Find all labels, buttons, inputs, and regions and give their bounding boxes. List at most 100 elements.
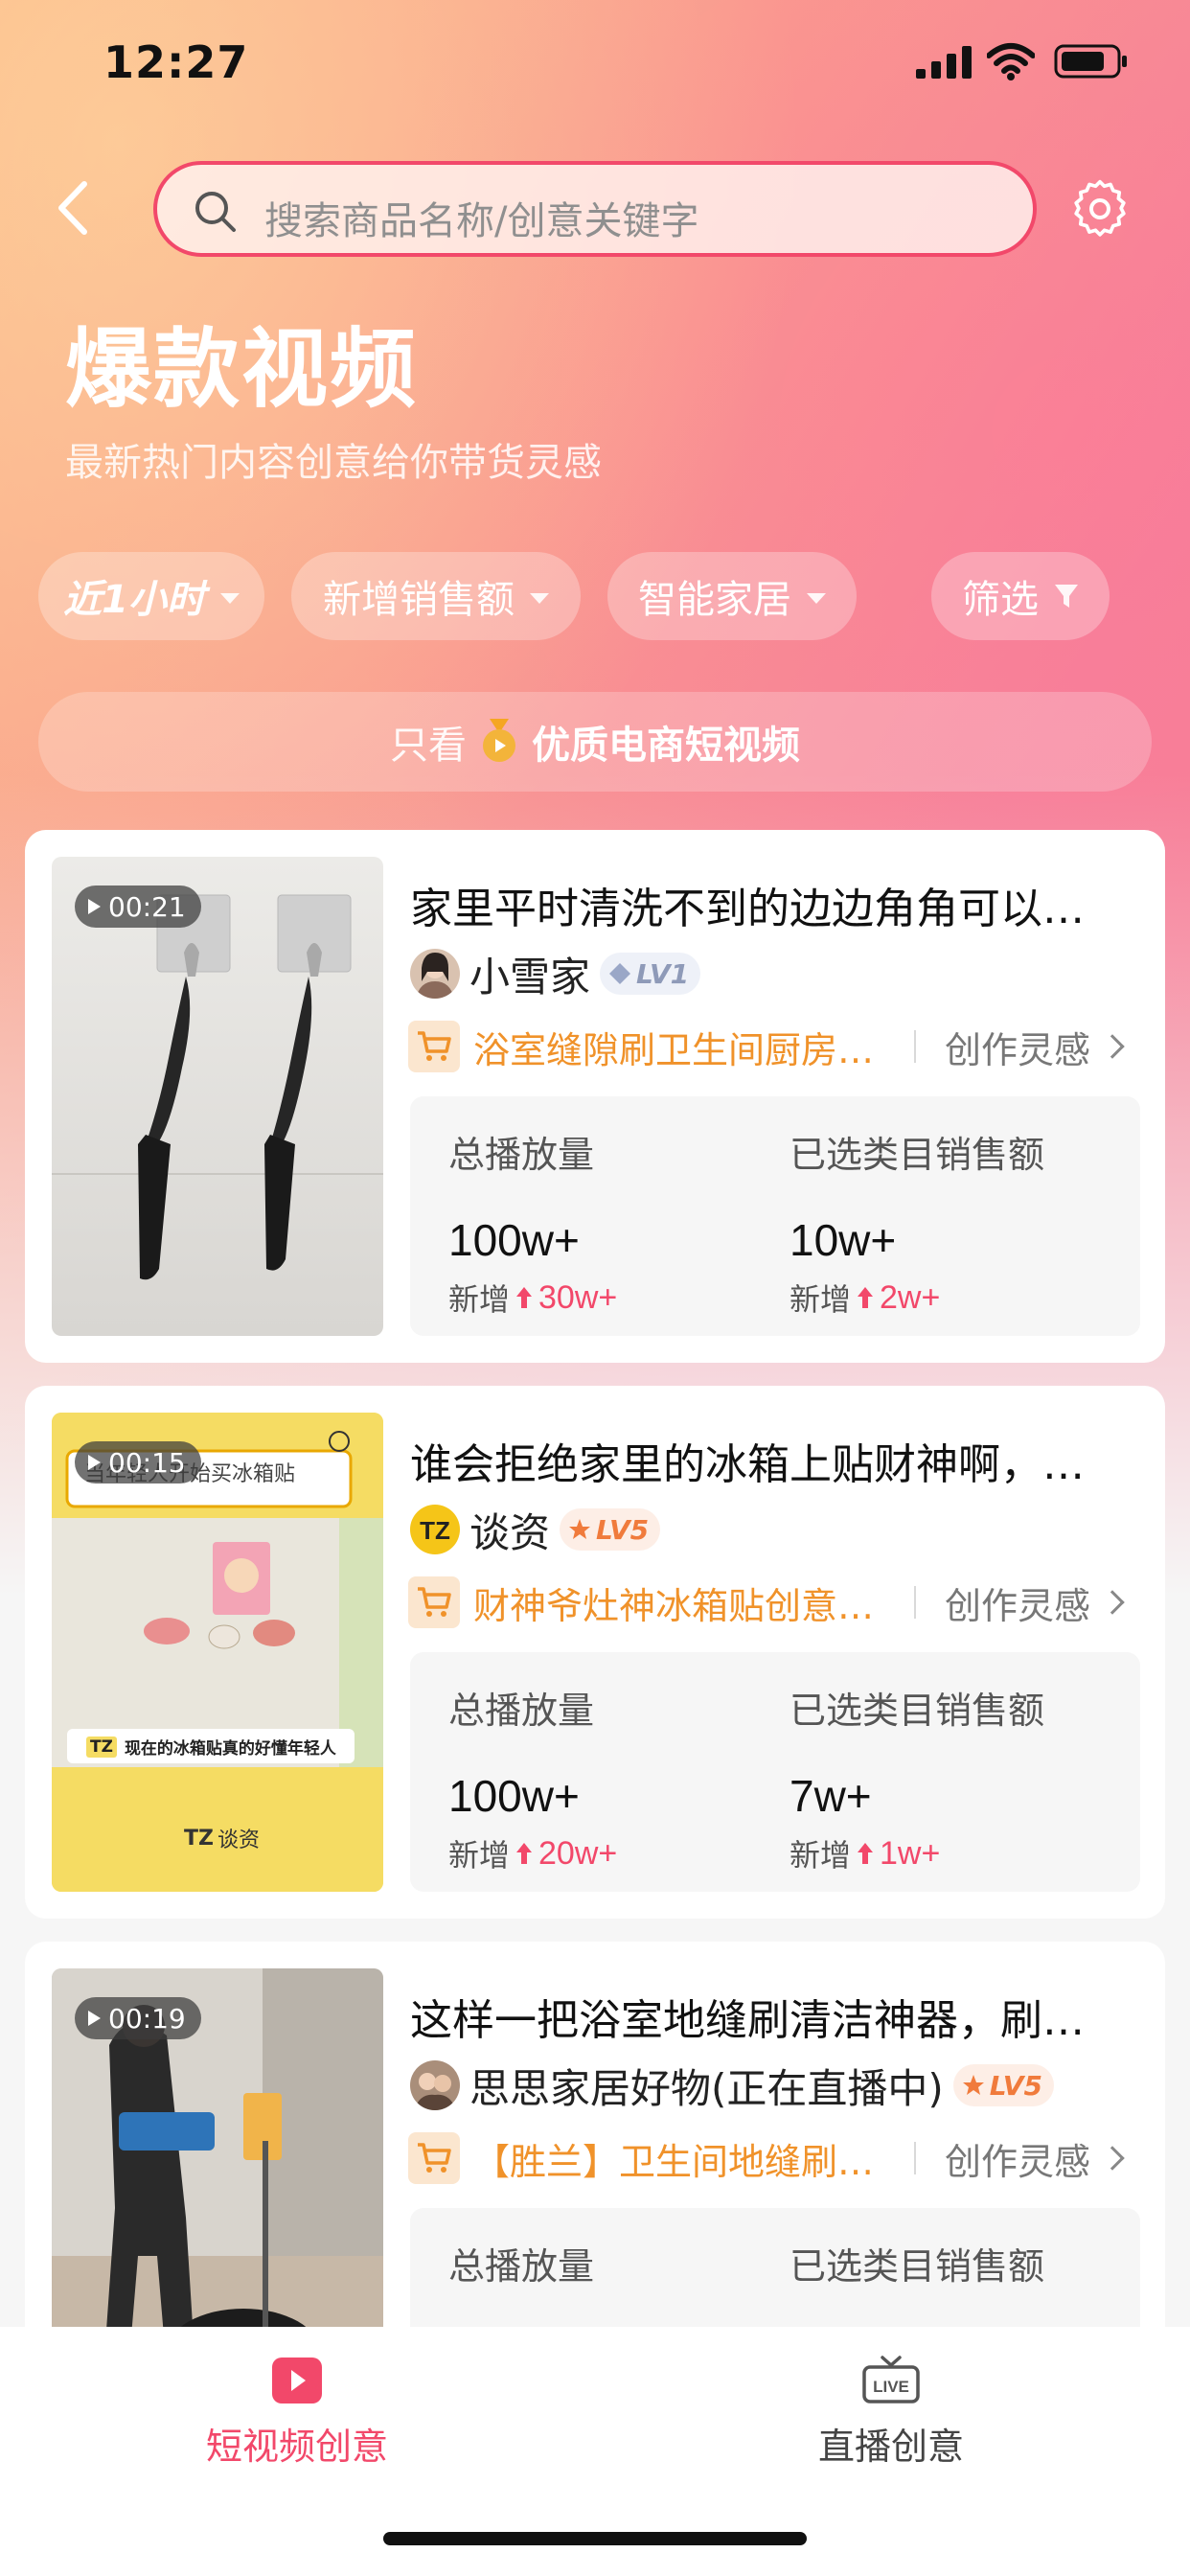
duration-badge: 00:21: [75, 886, 201, 928]
avatar: TZ: [410, 1505, 460, 1554]
back-button[interactable]: [50, 174, 98, 242]
caret-down-icon: [219, 592, 240, 604]
sales-stat: 已选类目销售额: [790, 2237, 1044, 2289]
medal-play-icon: [483, 719, 515, 762]
filter-label: 筛选: [962, 578, 1039, 622]
quality-prefix: 只看: [390, 724, 467, 768]
thumbnail-logo: TZ: [86, 1736, 117, 1758]
status-bar: 12:27: [0, 0, 1190, 134]
video-thumbnail[interactable]: 当年轻人开始买冰箱贴 TZ 现在的冰箱贴真的好懂年轻人 TZ 谈资 00:15: [52, 1413, 383, 1892]
author-name: 思思家居好物(正在直播中): [469, 2064, 944, 2112]
time-filter-dropdown[interactable]: 近1小时: [38, 552, 264, 640]
plays-delta: 新增 20w+: [448, 1831, 617, 1875]
arrow-up-icon: [858, 1287, 874, 1308]
divider: [914, 1586, 916, 1619]
caret-down-icon: [530, 592, 549, 604]
sales-label: 已选类目销售额: [790, 2245, 1045, 2288]
product-row[interactable]: 浴室缝隙刷卫生间厨房… 创作灵感: [408, 1020, 1146, 1073]
sales-delta: 新增 1w+: [790, 1831, 1044, 1875]
shopping-cart-icon: [408, 1576, 460, 1628]
author-row[interactable]: TZ 谈资 LV5: [410, 1501, 661, 1558]
author-name: 谈资: [469, 1508, 551, 1556]
level-text: LV5: [596, 1513, 650, 1546]
duration-text: 00:19: [108, 2002, 186, 2035]
filter-button[interactable]: 筛选: [931, 552, 1110, 640]
avatar: [410, 2060, 460, 2110]
duration-badge: 00:15: [75, 1441, 201, 1484]
plays-stat: 总播放量 100w+ 新增 30w+: [448, 1125, 617, 1320]
level-badge: LV1: [600, 953, 701, 995]
plays-label: 总播放量: [448, 1134, 595, 1176]
author-row[interactable]: 小雪家 LV1: [410, 945, 701, 1002]
stats-panel: 总播放量 100w+ 新增 20w+ 已选类目销售额 7w+ 新增 1w+: [410, 1652, 1140, 1892]
sales-label: 已选类目销售额: [790, 1134, 1045, 1176]
tab-short-video[interactable]: 短视频创意: [153, 2356, 441, 2470]
chevron-right-icon: [1100, 1590, 1125, 1615]
video-title[interactable]: 这样一把浴室地缝刷清洁神器，刷…: [410, 1986, 1138, 2047]
product-row[interactable]: 财神爷灶神冰箱贴创意… 创作灵感: [408, 1576, 1146, 1629]
thumbnail-brand-logo: TZ: [184, 1826, 214, 1851]
arrow-up-icon: [858, 1843, 874, 1864]
sort-dropdown[interactable]: 新增销售额: [291, 552, 581, 640]
video-title[interactable]: 谁会拒绝家里的冰箱上贴财神啊，…: [410, 1430, 1138, 1491]
plays-value: 100w+: [448, 1215, 580, 1265]
quality-label: 优质电商短视频: [532, 724, 800, 768]
sort-label: 新增销售额: [323, 578, 515, 622]
video-card[interactable]: 当年轻人开始买冰箱贴 TZ 现在的冰箱贴真的好懂年轻人 TZ 谈资 00:15 …: [25, 1386, 1165, 1919]
status-time: 12:27: [103, 36, 249, 88]
video-card[interactable]: 00:21 家里平时清洗不到的边边角角可以… 小雪家 LV1 浴室缝隙刷卫生间厨…: [25, 830, 1165, 1363]
play-icon: [88, 1455, 101, 1470]
duration-text: 00:15: [108, 1446, 186, 1479]
delta-value: 20w+: [538, 1834, 618, 1872]
tab-live[interactable]: LIVE 直播创意: [747, 2356, 1035, 2470]
sales-delta: 新增 2w+: [790, 1276, 1044, 1320]
quality-video-toggle[interactable]: 只看 优质电商短视频: [38, 692, 1152, 792]
page-title: 爆款视频: [65, 319, 418, 420]
thumbnail-caption: TZ 现在的冰箱贴真的好懂年轻人: [86, 1735, 336, 1759]
video-thumbnail[interactable]: 00:21: [52, 857, 383, 1336]
home-indicator[interactable]: [383, 2532, 807, 2545]
author-name: 小雪家: [469, 953, 591, 1000]
category-dropdown[interactable]: 智能家居: [607, 552, 857, 640]
plays-stat: 总播放量: [448, 2237, 594, 2289]
inspiration-link[interactable]: 创作灵感: [945, 1021, 1090, 1073]
level-badge: LV5: [560, 1508, 661, 1551]
plays-label: 总播放量: [448, 2245, 595, 2288]
battery-icon: [1054, 44, 1127, 79]
product-row[interactable]: 【胜兰】卫生间地缝刷… 创作灵感: [408, 2131, 1146, 2185]
tab-short-video-label: 短视频创意: [205, 2426, 388, 2468]
thumbnail-caption-text: 现在的冰箱贴真的好懂年轻人: [124, 1739, 336, 1759]
sales-value: 10w+: [790, 1215, 897, 1265]
search-input[interactable]: 搜索商品名称/创意关键字: [153, 161, 1037, 257]
star-icon: [569, 1519, 591, 1539]
brush-hanger-image: [52, 894, 383, 1280]
caret-down-icon: [807, 592, 826, 604]
sales-stat: 已选类目销售额 7w+ 新增 1w+: [790, 1681, 1044, 1875]
level-text: LV1: [636, 957, 690, 990]
level-text: LV5: [989, 2069, 1042, 2102]
inspiration-link[interactable]: 创作灵感: [945, 1576, 1090, 1629]
sales-value: 7w+: [790, 1771, 872, 1821]
tab-live-label: 直播创意: [817, 2426, 964, 2468]
author-row[interactable]: 思思家居好物(正在直播中) LV5: [410, 2057, 1054, 2114]
delta-label: 新增: [448, 1837, 511, 1874]
diamond-icon: [609, 963, 631, 984]
plays-stat: 总播放量 100w+ 新增 20w+: [448, 1681, 617, 1875]
page-subtitle: 最新热门内容创意给你带货灵感: [65, 441, 602, 485]
chevron-right-icon: [1100, 1034, 1125, 1059]
product-name: 【胜兰】卫生间地缝刷…: [473, 2140, 875, 2183]
time-filter-label: 近1小时: [63, 578, 205, 622]
svg-text:TZ: TZ: [420, 1516, 450, 1545]
thumbnail-brand: TZ 谈资: [184, 1823, 260, 1853]
product-name: 浴室缝隙刷卫生间厨房…: [473, 1028, 875, 1071]
funnel-icon: [1055, 585, 1078, 608]
star-icon: [962, 2075, 984, 2095]
video-title[interactable]: 家里平时清洗不到的边边角角可以…: [410, 874, 1138, 935]
settings-gear-icon[interactable]: [1069, 178, 1131, 240]
divider: [914, 1030, 916, 1063]
inspiration-link[interactable]: 创作灵感: [945, 2132, 1090, 2185]
delta-value: 2w+: [880, 1278, 941, 1316]
avatar: [410, 949, 460, 999]
search-placeholder: 搜索商品名称/创意关键字: [264, 199, 699, 243]
play-icon: [88, 899, 101, 914]
